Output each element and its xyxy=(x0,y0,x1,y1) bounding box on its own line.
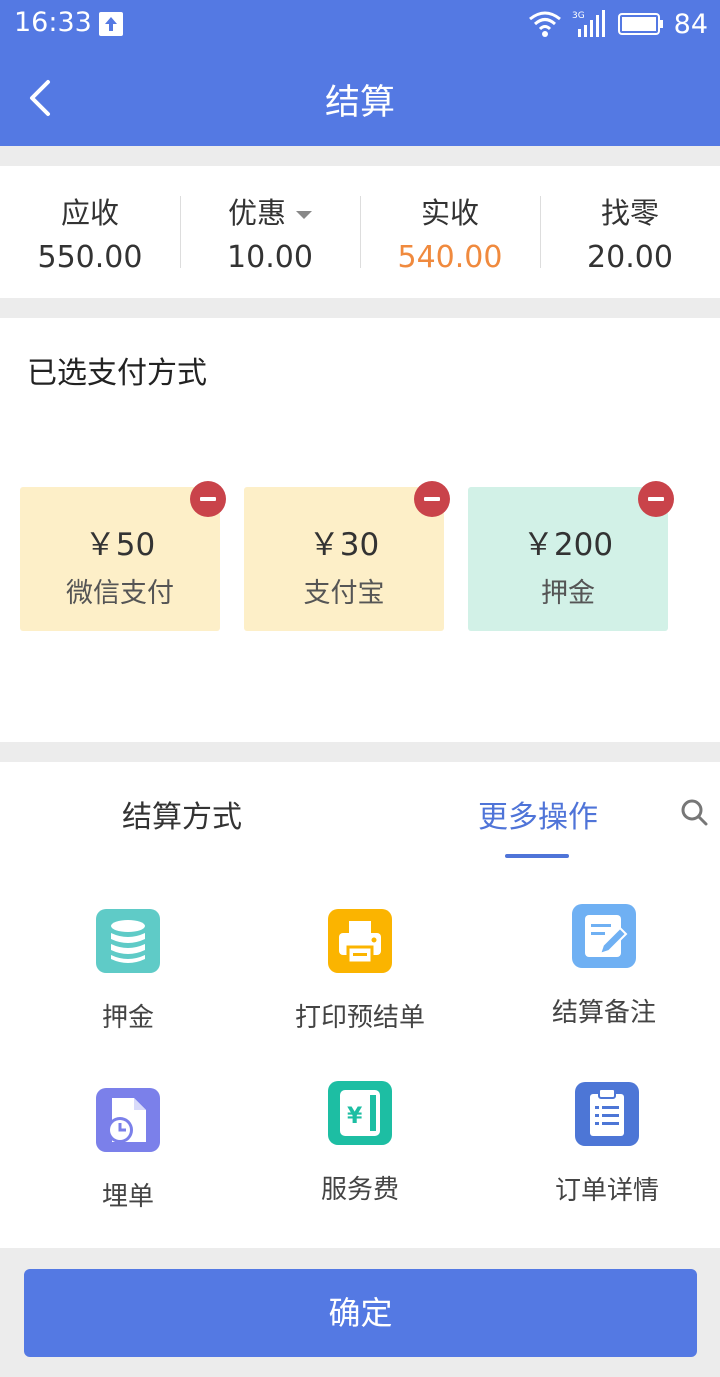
confirm-button[interactable]: 确定 xyxy=(24,1269,697,1357)
app-header: 16:33 3G 84 结算 xyxy=(0,0,720,146)
printer-icon xyxy=(328,909,392,973)
tab-indicator xyxy=(505,854,569,858)
status-right: 3G 84 xyxy=(528,6,708,42)
status-time: 16:33 xyxy=(14,7,92,38)
remove-icon[interactable] xyxy=(190,481,226,517)
summary-label: 实收 xyxy=(420,196,479,230)
payment-name: 支付宝 xyxy=(303,578,385,609)
caret-down-icon[interactable] xyxy=(296,211,312,219)
summary-label: 优惠 xyxy=(227,196,286,230)
tab-settlement-method[interactable]: 结算方式 xyxy=(122,792,242,836)
op-bill-settle[interactable]: 埋单 xyxy=(38,1088,218,1213)
tab-more-actions[interactable]: 更多操作 xyxy=(478,792,598,836)
summary-value: 20.00 xyxy=(587,240,673,275)
summary-change: 找零 20.00 xyxy=(540,166,720,298)
payment-amount: ￥30 xyxy=(308,527,380,563)
yen-document-icon: ¥ xyxy=(328,1081,392,1145)
op-label: 服务费 xyxy=(320,1175,399,1205)
status-bar: 16:33 3G 84 xyxy=(0,0,720,50)
section-heading: 已选支付方式 xyxy=(27,356,207,391)
payment-card-deposit[interactable]: ￥200 押金 xyxy=(468,481,674,631)
op-settlement-note[interactable]: 结算备注 xyxy=(514,904,694,1029)
summary-label: 找零 xyxy=(600,196,659,230)
selected-payments: 已选支付方式 ￥50 微信支付 ￥30 支付宝 ￥200 押金 xyxy=(0,318,720,742)
payment-amount: ￥50 xyxy=(84,527,156,563)
database-icon xyxy=(96,909,160,973)
network-type: 3G xyxy=(572,11,585,21)
payment-name: 微信支付 xyxy=(66,578,174,609)
summary-label-wrap: 优惠 xyxy=(180,190,360,232)
op-label: 订单详情 xyxy=(554,1176,659,1206)
document-clock-icon xyxy=(96,1088,160,1152)
op-deposit[interactable]: 押金 xyxy=(38,909,218,1034)
op-service-fee[interactable]: ¥ 服务费 xyxy=(270,1081,450,1206)
payment-card-alipay[interactable]: ￥30 支付宝 xyxy=(244,481,450,631)
summary-value: 540.00 xyxy=(397,240,503,275)
payment-name: 押金 xyxy=(541,578,595,609)
op-label: 埋单 xyxy=(101,1182,154,1212)
op-label: 结算备注 xyxy=(551,998,656,1028)
op-label: 打印预结单 xyxy=(294,1003,425,1033)
battery-icon xyxy=(617,13,663,35)
summary-value: 10.00 xyxy=(227,240,313,275)
amount-summary: 应收 550.00 优惠 10.00 实收 540.00 找零 20.00 xyxy=(0,166,720,298)
signal-icon: 3G xyxy=(572,10,605,37)
remove-icon[interactable] xyxy=(414,481,450,517)
remove-icon[interactable] xyxy=(638,481,674,517)
op-order-details[interactable]: 订单详情 xyxy=(517,1082,697,1207)
battery-level: 84 xyxy=(673,8,708,40)
summary-value: 550.00 xyxy=(37,240,143,275)
op-print-prebill[interactable]: 打印预结单 xyxy=(270,909,450,1034)
operations-panel: 结算方式 更多操作 押金 打印预结单 结算备注 埋单 ¥ 服务费 订单详情 xyxy=(0,762,720,1248)
summary-receivable: 应收 550.00 xyxy=(0,166,180,298)
svg-text:¥: ¥ xyxy=(347,1104,363,1129)
summary-label: 应收 xyxy=(60,196,119,230)
summary-actual: 实收 540.00 xyxy=(360,166,540,298)
wifi-icon xyxy=(528,11,561,37)
note-edit-icon xyxy=(572,904,636,968)
clipboard-list-icon xyxy=(575,1082,639,1146)
payment-amount: ￥200 xyxy=(522,527,614,563)
op-label: 押金 xyxy=(101,1003,154,1033)
payment-card-wechat[interactable]: ￥50 微信支付 xyxy=(20,481,226,631)
summary-discount[interactable]: 优惠 10.00 xyxy=(180,166,360,298)
nav-bar: 结算 xyxy=(0,50,720,146)
search-icon[interactable] xyxy=(680,798,708,826)
page-title: 结算 xyxy=(324,83,395,123)
footer: 确定 xyxy=(0,1248,720,1377)
upload-icon xyxy=(99,12,123,36)
